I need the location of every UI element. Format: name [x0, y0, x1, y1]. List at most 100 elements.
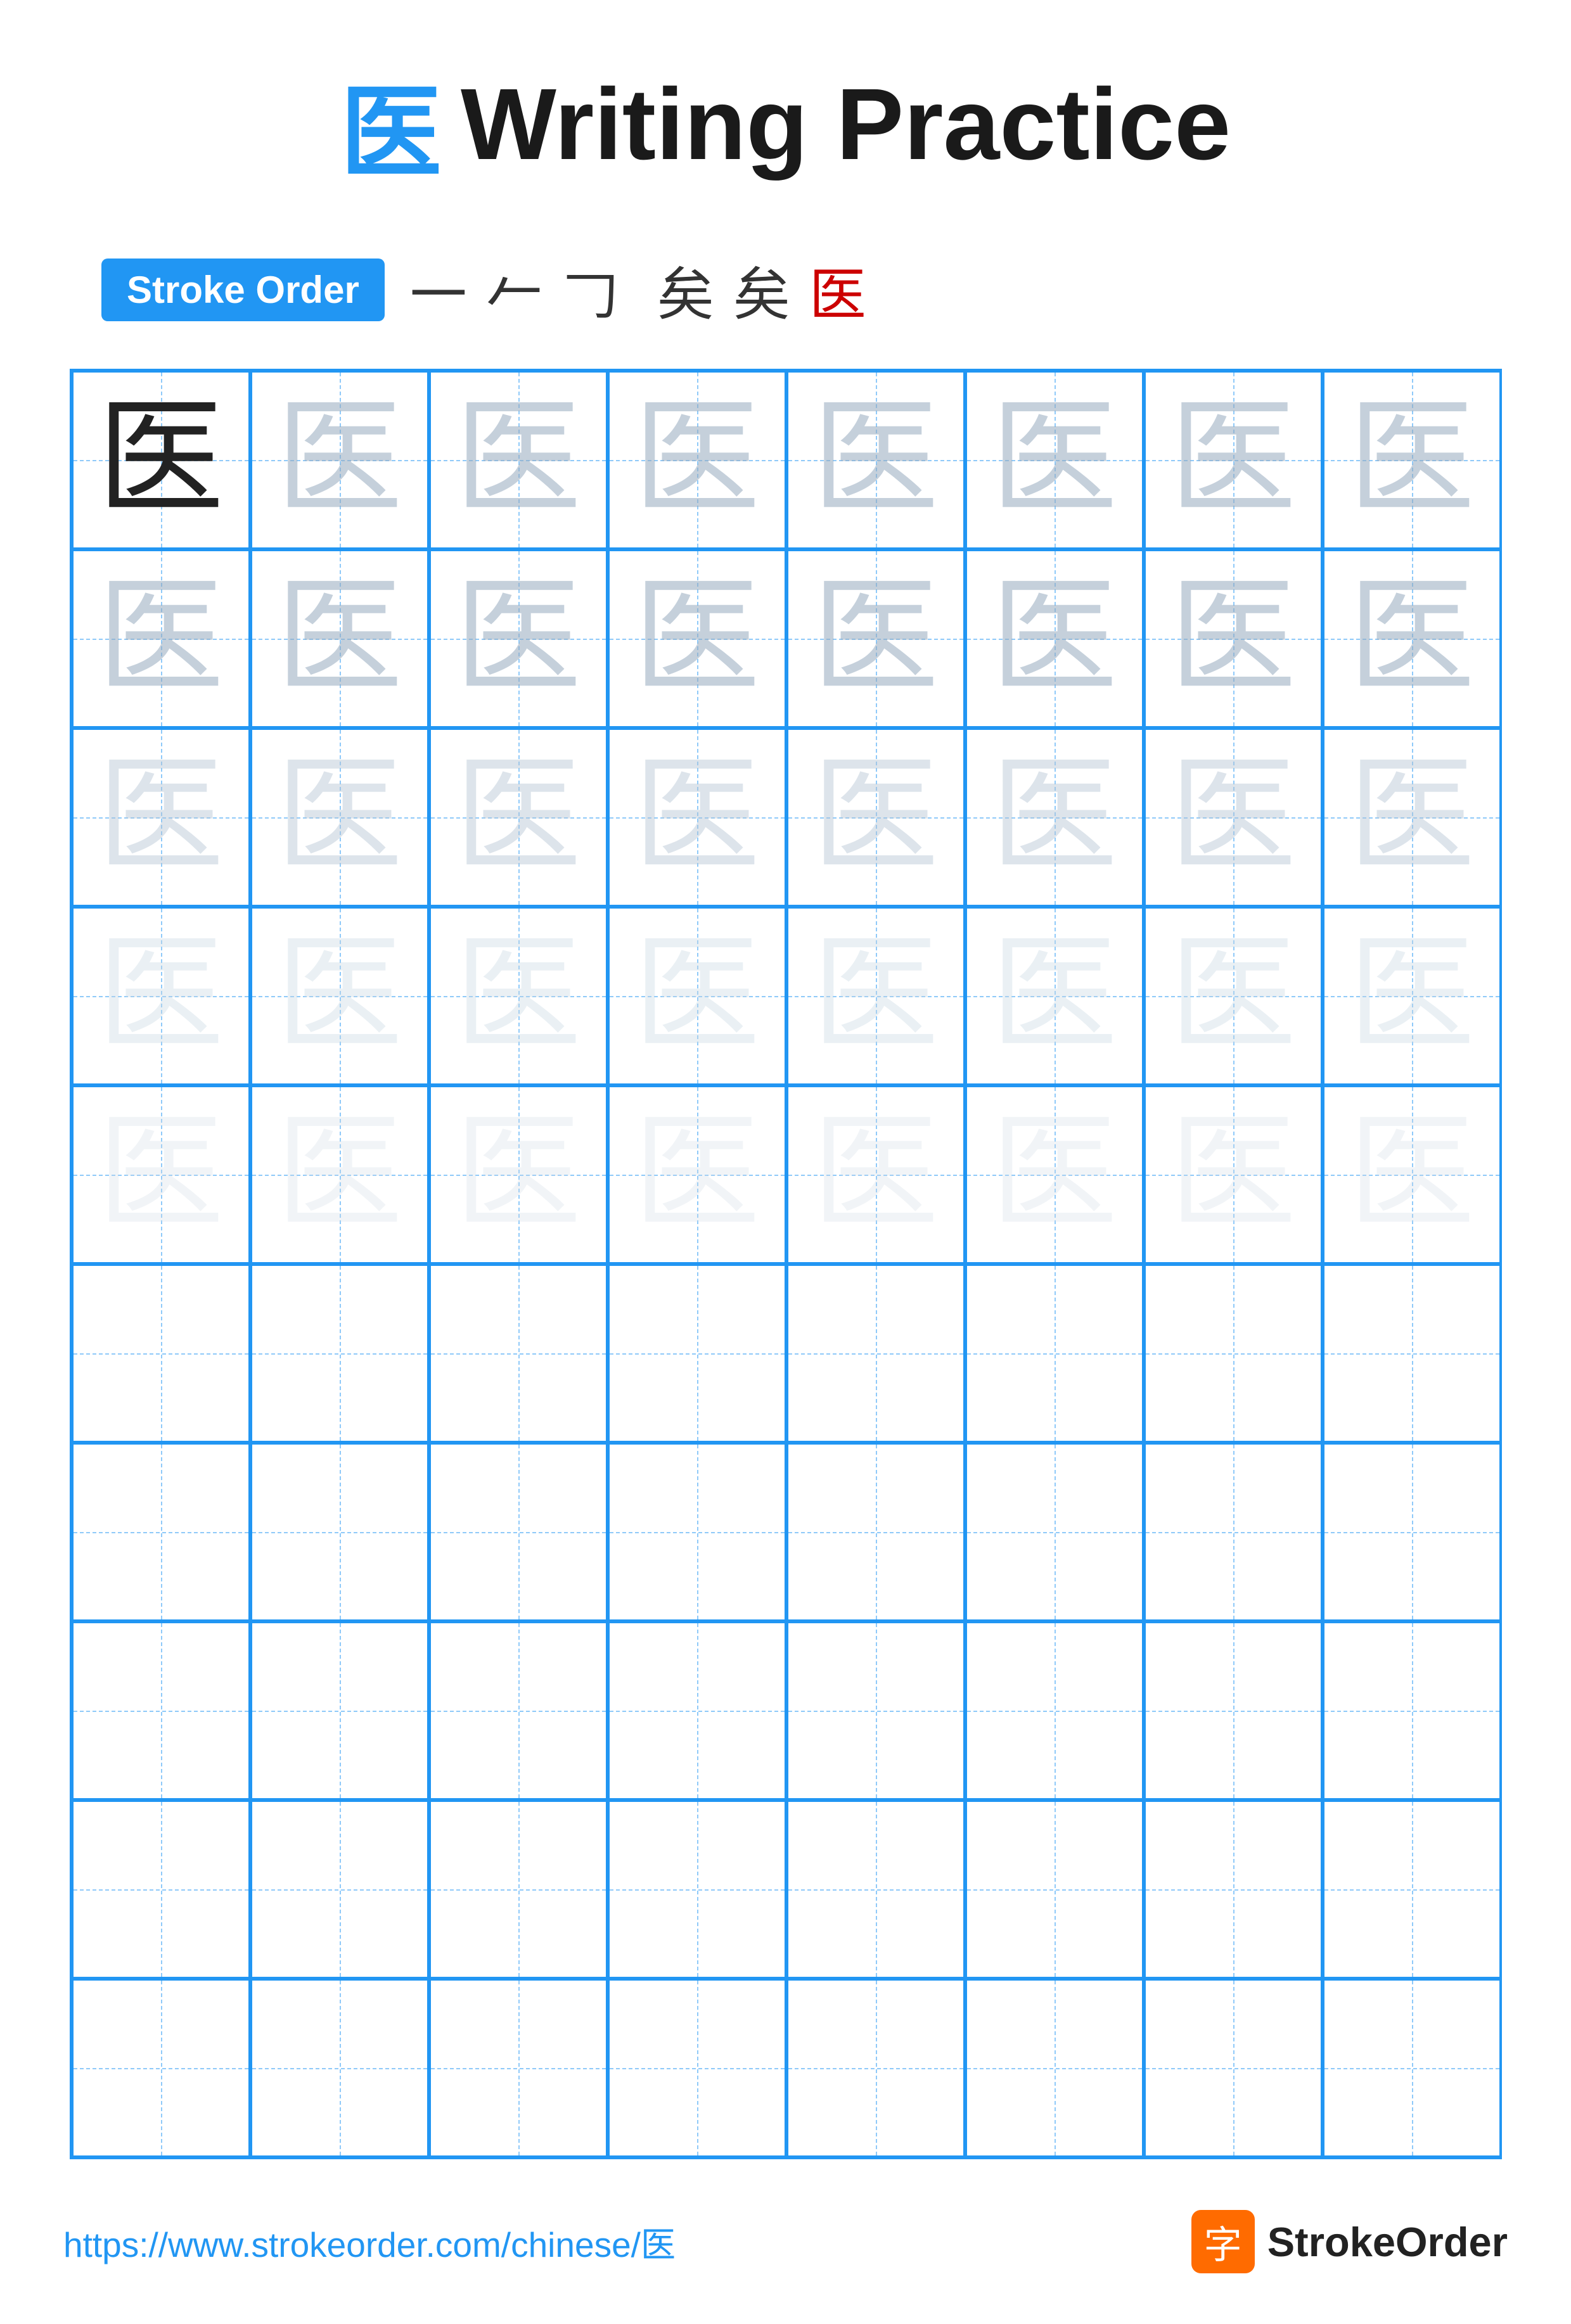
grid-cell[interactable]: 医 [429, 1085, 608, 1264]
grid-cell[interactable] [72, 1621, 250, 1800]
grid-cell[interactable] [965, 1979, 1144, 2157]
grid-cell[interactable] [1144, 1800, 1323, 1979]
footer-url[interactable]: https://www.strokeorder.com/chinese/医 [63, 2216, 676, 2267]
stroke-2: 𠂉 [486, 248, 543, 331]
grid-cell[interactable]: 医 [786, 371, 965, 549]
grid-cell[interactable] [429, 1264, 608, 1443]
grid-cell[interactable]: 医 [429, 549, 608, 728]
grid-cell[interactable]: 医 [608, 907, 786, 1085]
grid-cell[interactable]: 医 [1323, 1085, 1501, 1264]
practice-grid: 医 医 医 医 医 医 医 医 医 医 医 [70, 369, 1502, 2159]
grid-cell[interactable] [1323, 1979, 1501, 2157]
grid-cell[interactable] [786, 1443, 965, 1621]
stroke-6: 矣 [733, 248, 790, 331]
grid-cell[interactable] [786, 1621, 965, 1800]
grid-cell[interactable] [1144, 1979, 1323, 2157]
grid-cell[interactable]: 医 [72, 1085, 250, 1264]
grid-cell[interactable] [786, 1800, 965, 1979]
practice-char: 医 [97, 754, 224, 881]
grid-cell[interactable] [608, 1264, 786, 1443]
grid-cell[interactable]: 医 [965, 907, 1144, 1085]
grid-cell[interactable] [965, 1800, 1144, 1979]
grid-cell[interactable]: 医 [250, 907, 429, 1085]
grid-cell[interactable]: 医 [786, 549, 965, 728]
grid-cell[interactable] [72, 1264, 250, 1443]
grid-cell[interactable] [965, 1443, 1144, 1621]
grid-cell[interactable]: 医 [1323, 371, 1501, 549]
grid-cell[interactable]: 医 [1323, 549, 1501, 728]
grid-cell[interactable]: 医 [786, 1085, 965, 1264]
grid-cell[interactable]: 医 [429, 728, 608, 907]
grid-cell[interactable] [250, 1264, 429, 1443]
grid-cell[interactable]: 医 [72, 371, 250, 549]
grid-cell[interactable] [429, 1443, 608, 1621]
grid-cell[interactable] [608, 1979, 786, 2157]
grid-cell[interactable] [786, 1264, 965, 1443]
practice-char: 医 [633, 397, 760, 523]
grid-cell[interactable] [429, 1621, 608, 1800]
grid-cell[interactable]: 医 [72, 549, 250, 728]
grid-cell[interactable]: 医 [965, 728, 1144, 907]
grid-cell[interactable]: 医 [965, 371, 1144, 549]
grid-cell[interactable]: 医 [429, 371, 608, 549]
practice-char: 医 [991, 575, 1117, 702]
grid-cell[interactable]: 医 [608, 549, 786, 728]
grid-cell[interactable] [72, 1800, 250, 1979]
grid-cell[interactable]: 医 [965, 549, 1144, 728]
grid-cell[interactable] [965, 1264, 1144, 1443]
grid-cell[interactable] [250, 1979, 429, 2157]
grid-cell[interactable]: 医 [1144, 549, 1323, 728]
grid-cell[interactable]: 医 [250, 728, 429, 907]
title-character: 医 [340, 51, 442, 198]
grid-cell[interactable] [786, 1979, 965, 2157]
grid-cell[interactable] [608, 1443, 786, 1621]
practice-char: 医 [991, 397, 1117, 523]
grid-cell[interactable]: 医 [72, 907, 250, 1085]
grid-cell[interactable]: 医 [250, 371, 429, 549]
practice-char: 医 [633, 754, 760, 881]
grid-cell[interactable] [1144, 1443, 1323, 1621]
grid-cell[interactable] [250, 1443, 429, 1621]
grid-cell[interactable] [429, 1800, 608, 1979]
grid-cell[interactable]: 医 [72, 728, 250, 907]
grid-cell[interactable]: 医 [1144, 907, 1323, 1085]
grid-cell[interactable] [608, 1621, 786, 1800]
grid-cell[interactable]: 医 [250, 1085, 429, 1264]
grid-cell[interactable] [1144, 1264, 1323, 1443]
practice-char: 医 [276, 397, 402, 523]
practice-char: 医 [1348, 575, 1475, 702]
grid-cell[interactable] [250, 1800, 429, 1979]
grid-cell[interactable] [1144, 1621, 1323, 1800]
grid-cell[interactable]: 医 [1144, 371, 1323, 549]
grid-cell[interactable] [965, 1621, 1144, 1800]
grid-cell[interactable] [608, 1800, 786, 1979]
practice-char: 医 [1348, 933, 1475, 1059]
stroke-order-badge: Stroke Order [101, 259, 385, 321]
stroke-sequence: 一 𠂉 𠃌 𠄠 矣 矣 医 [410, 248, 866, 331]
grid-cell[interactable]: 医 [1144, 728, 1323, 907]
grid-cell[interactable]: 医 [608, 728, 786, 907]
grid-cell[interactable]: 医 [608, 371, 786, 549]
grid-cell[interactable]: 医 [1323, 728, 1501, 907]
practice-char: 医 [812, 1111, 939, 1238]
stroke-7-final: 医 [809, 248, 866, 331]
grid-cell[interactable] [429, 1979, 608, 2157]
grid-cell[interactable]: 医 [250, 549, 429, 728]
grid-cell[interactable]: 医 [429, 907, 608, 1085]
grid-cell[interactable]: 医 [1323, 907, 1501, 1085]
grid-cell[interactable] [72, 1443, 250, 1621]
grid-cell[interactable] [1323, 1264, 1501, 1443]
stroke-5: 矣 [657, 248, 714, 331]
grid-cell[interactable] [72, 1979, 250, 2157]
practice-char: 医 [812, 397, 939, 523]
grid-cell[interactable] [1323, 1800, 1501, 1979]
grid-cell[interactable] [1323, 1621, 1501, 1800]
grid-cell[interactable]: 医 [608, 1085, 786, 1264]
grid-cell[interactable]: 医 [786, 728, 965, 907]
grid-cell[interactable]: 医 [965, 1085, 1144, 1264]
grid-cell[interactable]: 医 [1144, 1085, 1323, 1264]
grid-cell[interactable] [1323, 1443, 1501, 1621]
practice-char: 医 [1348, 397, 1475, 523]
grid-cell[interactable] [250, 1621, 429, 1800]
grid-cell[interactable]: 医 [786, 907, 965, 1085]
